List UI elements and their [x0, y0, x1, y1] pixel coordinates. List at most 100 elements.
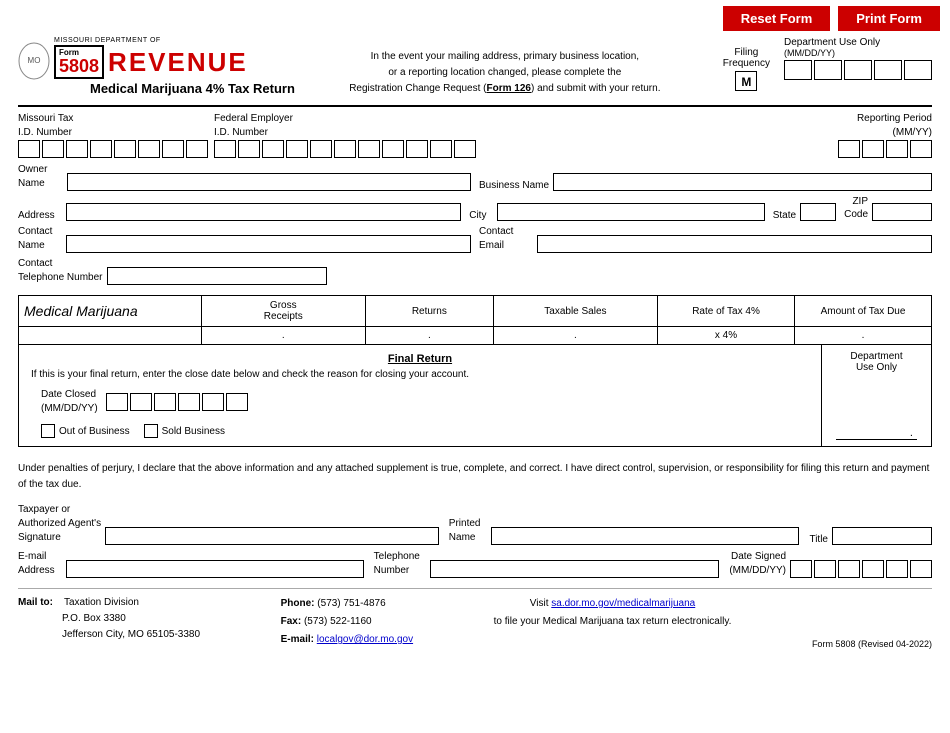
col-taxable-sales: Taxable Sales — [493, 296, 657, 327]
printed-name-label: Printed Name — [449, 517, 487, 545]
contact-telephone-input[interactable] — [107, 267, 327, 285]
printed-name-input[interactable] — [491, 527, 800, 545]
contact-email-input[interactable] — [537, 235, 932, 253]
dept-box-4[interactable] — [874, 60, 902, 80]
date-closed-box-1[interactable] — [106, 393, 128, 411]
returns-cell[interactable]: . — [365, 327, 493, 345]
col-gross-receipts: Gross Receipts — [201, 296, 365, 327]
zip-code-input[interactable] — [872, 203, 932, 221]
date-closed-box-2[interactable] — [130, 393, 152, 411]
fed-ein-box-5[interactable] — [310, 140, 332, 158]
city-input[interactable] — [497, 203, 765, 221]
rp-box-4[interactable] — [910, 140, 932, 158]
owner-name-input[interactable] — [67, 173, 471, 191]
date-closed-box-3[interactable] — [154, 393, 176, 411]
header-notice: In the event your mailing address, prima… — [301, 49, 709, 97]
form-ref: Form 5808 (Revised 04-2022) — [812, 639, 932, 649]
mo-tax-id-box-6[interactable] — [138, 140, 160, 158]
date-signed-label: Date Signed (MM/DD/YY) — [729, 550, 786, 578]
rp-box-3[interactable] — [886, 140, 908, 158]
date-signed-box-5[interactable] — [886, 560, 908, 578]
reset-button[interactable]: Reset Form — [723, 6, 831, 31]
fax-label: Fax: — [281, 616, 302, 627]
telephone-input[interactable] — [430, 560, 720, 578]
date-signed-box-2[interactable] — [814, 560, 836, 578]
dept-date-format: (MM/DD/YY) — [784, 48, 835, 58]
title-input[interactable] — [832, 527, 932, 545]
filing-frequency-label: Filing Frequency — [723, 47, 770, 69]
footer-phone: (573) 751-4876 — [317, 598, 385, 609]
final-return-description: If this is your final return, enter the … — [31, 369, 809, 380]
address-label: Address — [18, 210, 62, 221]
date-signed-box-4[interactable] — [862, 560, 884, 578]
col-rate: Rate of Tax 4% — [658, 296, 795, 327]
date-signed-box-6[interactable] — [910, 560, 932, 578]
col-returns: Returns — [365, 296, 493, 327]
date-signed-box-1[interactable] — [790, 560, 812, 578]
rp-box-1[interactable] — [838, 140, 860, 158]
dept-label: MISSOURI DEPARTMENT OF — [54, 37, 295, 44]
med-mj-label: Medical Marijuana — [24, 299, 196, 323]
zip-code-label: ZIP Code — [844, 195, 868, 221]
email-address-label: E-mail Address — [18, 550, 62, 578]
out-of-business-label: Out of Business — [59, 426, 130, 437]
rate-cell: x 4% — [658, 327, 795, 345]
footer-address1: Taxation Division — [64, 597, 139, 608]
out-of-business-checkbox[interactable] — [41, 424, 55, 438]
fed-ein-box-9[interactable] — [406, 140, 428, 158]
print-button[interactable]: Print Form — [838, 6, 940, 31]
federal-ein-label: Federal Employer I.D. Number — [214, 112, 832, 140]
taxable-sales-cell[interactable]: . — [493, 327, 657, 345]
fed-ein-box-6[interactable] — [334, 140, 356, 158]
gross-receipts-cell[interactable]: . — [201, 327, 365, 345]
mo-tax-id-box-5[interactable] — [114, 140, 136, 158]
dept-use-only-section: Department Use Only (MM/DD/YY) — [784, 37, 932, 80]
fed-ein-box-2[interactable] — [238, 140, 260, 158]
fed-ein-box-3[interactable] — [262, 140, 284, 158]
fed-ein-box-1[interactable] — [214, 140, 236, 158]
mo-tax-id-box-2[interactable] — [42, 140, 64, 158]
footer-address2: P.O. Box 3380 — [62, 613, 126, 624]
final-return-title: Final Return — [31, 353, 809, 365]
dept-box-2[interactable] — [814, 60, 842, 80]
dept-box-1[interactable] — [784, 60, 812, 80]
amount-due-cell[interactable]: . — [795, 327, 932, 345]
date-closed-box-6[interactable] — [226, 393, 248, 411]
visit-text: Visit — [530, 598, 552, 609]
footer-address3: Jefferson City, MO 65105-3380 — [62, 629, 200, 640]
address-input[interactable] — [66, 203, 461, 221]
fed-ein-box-4[interactable] — [286, 140, 308, 158]
sold-business-checkbox[interactable] — [144, 424, 158, 438]
form126-link[interactable]: Form 126 — [487, 83, 531, 94]
date-closed-box-4[interactable] — [178, 393, 200, 411]
taxpayer-signature-input[interactable] — [105, 527, 439, 545]
mo-tax-id-box-7[interactable] — [162, 140, 184, 158]
fed-ein-box-7[interactable] — [358, 140, 380, 158]
reporting-period-label: Reporting Period (MM/YY) — [838, 112, 932, 140]
footer-email-link[interactable]: localgov@dor.mo.gov — [317, 634, 413, 645]
state-input[interactable] — [800, 203, 836, 221]
mo-tax-id-box-8[interactable] — [186, 140, 208, 158]
final-dept-dot[interactable]: . — [836, 427, 917, 440]
visit-text2: to file your Medical Marijuana tax retur… — [494, 616, 732, 627]
contact-email-label: Contact Email — [479, 225, 533, 253]
date-closed-box-5[interactable] — [202, 393, 224, 411]
business-name-label: Business Name — [479, 180, 549, 191]
fed-ein-box-10[interactable] — [430, 140, 452, 158]
taxpayer-label: Taxpayer or Authorized Agent's Signature — [18, 503, 101, 545]
email-address-input[interactable] — [66, 560, 364, 578]
dept-box-3[interactable] — [844, 60, 872, 80]
mo-tax-id-box-4[interactable] — [90, 140, 112, 158]
contact-name-input[interactable] — [66, 235, 471, 253]
footer-fax: (573) 522-1160 — [304, 616, 372, 627]
dept-box-5[interactable] — [904, 60, 932, 80]
filing-frequency-value: M — [735, 71, 757, 91]
fed-ein-box-8[interactable] — [382, 140, 404, 158]
fed-ein-box-11[interactable] — [454, 140, 476, 158]
business-name-input[interactable] — [553, 173, 932, 191]
footer-website-link[interactable]: sa.dor.mo.gov/medicalmarijuana — [551, 598, 695, 609]
date-signed-box-3[interactable] — [838, 560, 860, 578]
mo-tax-id-box-3[interactable] — [66, 140, 88, 158]
mo-tax-id-box-1[interactable] — [18, 140, 40, 158]
rp-box-2[interactable] — [862, 140, 884, 158]
